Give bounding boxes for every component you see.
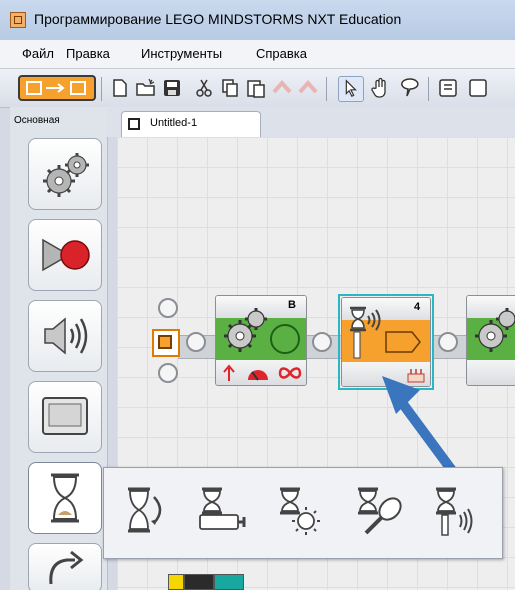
document-tab-label: Untitled-1 — [150, 117, 198, 129]
wait-touch-sensor-icon[interactable] — [196, 481, 254, 539]
trigger-shape-icon — [385, 331, 421, 353]
wait-light-sensor-icon[interactable] — [274, 481, 332, 539]
sound-speaker-icon[interactable] — [28, 300, 102, 372]
cut-icon[interactable] — [192, 76, 216, 100]
app-icon — [10, 12, 26, 28]
wait-ultrasonic-sensor-icon[interactable] — [430, 481, 488, 539]
sound-block-port: 4 — [414, 301, 421, 313]
move-block[interactable]: B — [215, 295, 307, 386]
sequence-connector[interactable] — [438, 332, 458, 352]
app-window: Программирование LEGO MINDSTORMS NXT Edu… — [0, 0, 515, 590]
redo-icon[interactable] — [296, 76, 320, 100]
wait-subpalette — [103, 467, 503, 559]
paste-icon[interactable] — [244, 76, 268, 100]
toolbar — [0, 69, 515, 108]
power-gauge-icon — [248, 370, 268, 381]
wait-hourglass-icon[interactable] — [28, 462, 102, 534]
wait-timer-icon[interactable] — [118, 481, 176, 539]
comment-icon[interactable] — [398, 76, 422, 100]
new-file-icon[interactable] — [108, 76, 132, 100]
sequence-connector[interactable] — [158, 298, 178, 318]
sequence-connector[interactable] — [158, 363, 178, 383]
document-tab[interactable]: Untitled-1 — [121, 111, 261, 137]
display-screen-icon[interactable] — [28, 381, 102, 453]
undo-icon[interactable] — [270, 76, 294, 100]
menu-help[interactable]: Справка — [256, 46, 307, 61]
nxt-switch-icon[interactable] — [18, 75, 96, 101]
pan-hand-icon[interactable] — [368, 76, 392, 100]
title-bar: Программирование LEGO MINDSTORMS NXT Edu… — [0, 0, 515, 40]
loop-icon[interactable] — [28, 543, 102, 590]
record-play-icon[interactable] — [28, 219, 102, 291]
mini-block — [184, 574, 214, 590]
menu-bar: Файл Правка Инструменты Справка — [0, 40, 515, 69]
program-icon — [128, 118, 140, 130]
gear-icon — [475, 308, 515, 352]
save-icon[interactable] — [160, 76, 184, 100]
program-start-icon — [152, 329, 180, 357]
gear-icon — [224, 308, 267, 352]
mini-block — [214, 574, 244, 590]
window-title: Программирование LEGO MINDSTORMS NXT Edu… — [34, 11, 402, 27]
mini-block — [168, 574, 184, 590]
palette-tab-common[interactable]: Основная — [14, 115, 60, 126]
move-gear-icon[interactable] — [28, 138, 102, 210]
menu-tools[interactable]: Инструменты — [141, 46, 222, 61]
sequence-connector[interactable] — [312, 332, 332, 352]
move-block-port: B — [288, 299, 296, 311]
wait-sound-sensor-icon[interactable] — [352, 481, 410, 539]
sequence-connector[interactable] — [186, 332, 206, 352]
pointer-icon[interactable] — [338, 76, 364, 102]
toolbar-more-icon[interactable] — [466, 76, 490, 100]
open-file-icon[interactable] — [134, 76, 158, 100]
sound-sensor-icon — [350, 306, 381, 359]
unlimited-duration-icon — [278, 367, 302, 379]
copy-icon[interactable] — [218, 76, 242, 100]
list-icon[interactable] — [436, 76, 460, 100]
menu-file[interactable]: Файл — [22, 46, 54, 61]
direction-arrow-icon — [223, 364, 235, 381]
block-palette: Основная — [10, 107, 108, 590]
menu-edit[interactable]: Правка — [66, 46, 110, 61]
document-tabstrip: Untitled-1 — [107, 107, 515, 137]
